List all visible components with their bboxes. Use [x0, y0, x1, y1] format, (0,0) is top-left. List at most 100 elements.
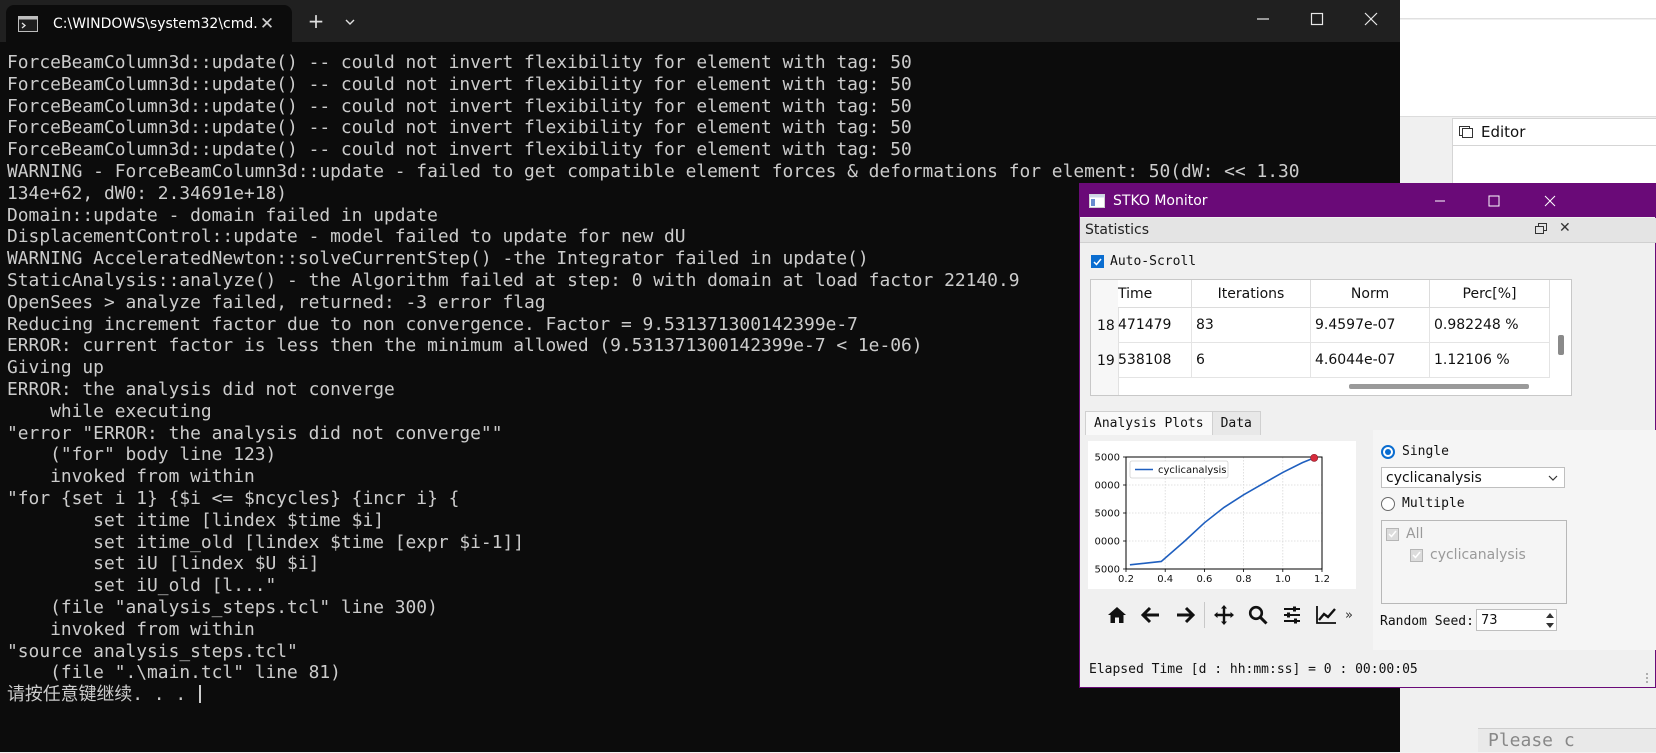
- float-dock-icon[interactable]: [1535, 223, 1547, 235]
- maximize-icon: [1310, 12, 1324, 26]
- single-radio[interactable]: Single: [1381, 444, 1449, 459]
- chart-legend-label: cyclicanalysis: [1158, 465, 1226, 476]
- terminal-line: ForceBeamColumn3d::update() -- could not…: [7, 95, 912, 117]
- background-toolbar: [1400, 0, 1656, 19]
- table-row[interactable]: 19 538108 6 4.6044e-07 1.12106 %: [1091, 343, 1550, 378]
- checkbox-checked-icon: [1091, 255, 1104, 268]
- cell-perc: 1.12106 %: [1430, 343, 1550, 378]
- home-icon: [1108, 607, 1126, 623]
- chart-tick-label-y: 5000: [1095, 453, 1120, 464]
- close-button[interactable]: [1344, 0, 1398, 38]
- minimize-button[interactable]: [1236, 0, 1290, 38]
- stko-minimize-button[interactable]: [1412, 184, 1468, 217]
- editor-icon: [1459, 126, 1473, 138]
- sliders-icon: [1284, 606, 1300, 624]
- analysis-select[interactable]: cyclicanalysis: [1381, 467, 1565, 488]
- stko-monitor-window: STKO Monitor Statistics ✕ Auto-Scroll Ti…: [1079, 183, 1656, 688]
- all-checkbox[interactable]: All: [1386, 526, 1423, 542]
- stko-maximize-button[interactable]: [1466, 184, 1522, 217]
- home-button[interactable]: [1100, 599, 1134, 631]
- auto-scroll-label: Auto-Scroll: [1110, 254, 1197, 269]
- cell-perc: 0.982248 %: [1430, 308, 1550, 343]
- editor-tab[interactable]: Editor: [1452, 118, 1656, 146]
- radio-selected-icon: [1381, 444, 1395, 459]
- chart-current-point-marker: [1310, 453, 1319, 462]
- random-seed-spinbox[interactable]: 73: [1476, 609, 1557, 631]
- close-tab-icon[interactable]: ✕: [258, 14, 276, 34]
- analysis-plot-panel: 0.2 0.4 0.6 0.8 1.0 1.2 5000 0000 5000 0000 5000 cy…: [1084, 435, 1367, 638]
- back-button[interactable]: [1134, 599, 1168, 631]
- multiple-radio[interactable]: Multiple: [1381, 496, 1465, 511]
- column-header-norm[interactable]: Norm: [1311, 280, 1430, 308]
- chart-tick-label-x: 0.4: [1157, 574, 1173, 585]
- text-cursor: [198, 685, 201, 704]
- cell-time: 538108: [1118, 343, 1192, 378]
- chart-tick-label-y: 0000: [1095, 537, 1120, 548]
- search-icon: [1248, 605, 1268, 625]
- zoom-button[interactable]: [1241, 599, 1275, 631]
- toolbar-more-icon[interactable]: »: [1345, 608, 1353, 623]
- table-horizontal-scrollbar[interactable]: [1349, 384, 1529, 389]
- table-vertical-scrollbar[interactable]: [1558, 335, 1564, 355]
- close-icon: [1364, 12, 1378, 26]
- tab-data[interactable]: Data: [1211, 411, 1261, 435]
- elapsed-time: Elapsed Time [d : hh:mm:ss] = 0 : 00:00:…: [1089, 662, 1418, 677]
- line-chart-icon: [1316, 606, 1336, 624]
- cell-norm: 4.6044e-07: [1311, 343, 1430, 378]
- minimize-icon: [1257, 18, 1269, 20]
- edit-axis-button[interactable]: [1309, 599, 1343, 631]
- multiple-label: Multiple: [1402, 496, 1465, 511]
- plot-tabs: Analysis Plots Data: [1085, 411, 1261, 435]
- random-seed-value: 73: [1481, 612, 1498, 628]
- maximize-icon: [1488, 195, 1500, 206]
- toolbar-separator: [1204, 602, 1205, 628]
- window-app-icon: [1089, 193, 1105, 208]
- chart-tick-label-x: 1.2: [1314, 574, 1330, 585]
- column-header-perc[interactable]: Perc[%]: [1430, 280, 1550, 308]
- spin-down-icon[interactable]: [1545, 621, 1555, 630]
- table-header: Time Iterations Norm Perc[%]: [1118, 280, 1550, 308]
- new-tab-button[interactable]: +: [306, 11, 326, 31]
- maximize-button[interactable]: [1290, 0, 1344, 38]
- column-header-iterations[interactable]: Iterations: [1192, 280, 1311, 308]
- resize-grip-icon[interactable]: [1642, 672, 1652, 684]
- pan-button[interactable]: [1207, 599, 1241, 631]
- cell-norm: 9.4597e-07: [1311, 308, 1430, 343]
- terminal-tab[interactable]: C:\WINDOWS\system32\cmd. ✕: [6, 5, 292, 42]
- stko-close-button[interactable]: [1522, 184, 1578, 217]
- chevron-down-icon[interactable]: [342, 14, 358, 30]
- group-item-checkbox[interactable]: cyclicanalysis: [1410, 547, 1526, 563]
- cell-iterations: 6: [1192, 343, 1311, 378]
- radio-unselected-icon: [1381, 496, 1395, 511]
- terminal-titlebar: C:\WINDOWS\system32\cmd. ✕ +: [0, 0, 1400, 42]
- column-header-time[interactable]: Time: [1118, 280, 1192, 308]
- terminal-line: ForceBeamColumn3d::update() -- could not…: [7, 117, 912, 139]
- editor-tab-label: Editor: [1481, 123, 1526, 141]
- plot-toolbar: »: [1100, 599, 1353, 631]
- configure-subplots-button[interactable]: [1275, 599, 1309, 631]
- table-row[interactable]: 18 471479 83 9.4597e-07 0.982248 %: [1091, 308, 1550, 343]
- chart-tick-label-y: 5000: [1095, 509, 1120, 520]
- chart-tick-label-x: 0.2: [1118, 574, 1134, 585]
- statistics-table[interactable]: Time Iterations Norm Perc[%] 18 471479 8…: [1090, 279, 1572, 396]
- spin-up-icon[interactable]: [1545, 611, 1555, 620]
- plot-options-panel: Single cyclicanalysis Multiple All cycli…: [1373, 430, 1656, 650]
- auto-scroll-checkbox[interactable]: Auto-Scroll: [1091, 254, 1196, 269]
- random-seed-label: Random Seed:: [1380, 614, 1474, 629]
- close-dock-icon[interactable]: ✕: [1559, 220, 1571, 236]
- checkbox-disabled-icon: [1410, 548, 1423, 562]
- analysis-chart[interactable]: 0.2 0.4 0.6 0.8 1.0 1.2 5000 0000 5000 0000 5000 cy…: [1088, 441, 1356, 589]
- chevron-down-icon: [1548, 475, 1558, 481]
- statistics-title: Statistics: [1085, 222, 1149, 238]
- terminal-tab-title: C:\WINDOWS\system32\cmd.: [53, 15, 258, 32]
- multiple-analysis-group: All cyclicanalysis: [1381, 520, 1567, 604]
- chart-tick-label-x: 1.0: [1275, 574, 1291, 585]
- tab-analysis-plots[interactable]: Analysis Plots: [1085, 411, 1213, 435]
- forward-button[interactable]: [1168, 599, 1202, 631]
- row-number: 18: [1097, 317, 1115, 334]
- chart-tick-label-x: 0.6: [1196, 574, 1212, 585]
- cell-time: 471479: [1118, 308, 1192, 343]
- stko-titlebar: STKO Monitor: [1080, 184, 1656, 217]
- background-prompt-text: Please c: [1478, 728, 1656, 752]
- all-label: All: [1406, 526, 1424, 542]
